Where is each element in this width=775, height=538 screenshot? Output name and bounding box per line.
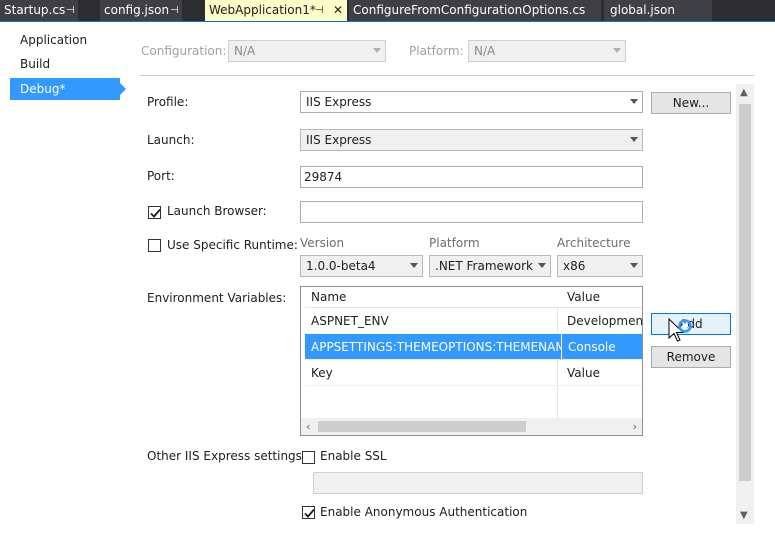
scroll-left-icon[interactable]: ‹ bbox=[306, 420, 310, 433]
configuration-dropdown[interactable]: N/A bbox=[228, 40, 386, 62]
environment-variables-grid[interactable]: Name Value ASPNET_ENV Development APPSET… bbox=[300, 286, 643, 436]
sidebar-item-label: Build bbox=[20, 57, 51, 71]
env-var-value[interactable]: Value bbox=[561, 360, 642, 386]
enable-ssl-label: Enable SSL bbox=[320, 449, 387, 463]
sidebar-item-label: Debug* bbox=[20, 82, 66, 96]
env-var-name[interactable]: ASPNET_ENV bbox=[305, 308, 561, 334]
scrollbar-thumb[interactable] bbox=[739, 104, 751, 481]
chevron-down-icon bbox=[630, 263, 638, 268]
env-var-name[interactable]: Key bbox=[305, 360, 561, 386]
launch-browser-url-input[interactable] bbox=[300, 201, 643, 223]
tab-global-json[interactable]: global.json bbox=[604, 0, 712, 21]
env-var-value[interactable]: Console bbox=[561, 334, 642, 360]
platform-header: Platform bbox=[429, 236, 480, 250]
ssl-url-input[interactable] bbox=[313, 472, 643, 494]
env-var-value[interactable]: Development bbox=[561, 308, 642, 334]
project-properties-window: Startup.cs ⊣ config.json ⊣ WebApplicatio… bbox=[0, 0, 775, 538]
tab-label: global.json bbox=[610, 3, 675, 17]
checkmark-icon bbox=[150, 208, 161, 218]
checkmark-icon bbox=[304, 508, 315, 518]
tab-config-json[interactable]: config.json ⊣ bbox=[100, 0, 182, 21]
use-specific-runtime-checkbox[interactable] bbox=[148, 239, 161, 252]
launch-label: Launch: bbox=[147, 133, 195, 147]
launch-browser-label: Launch Browser: bbox=[167, 204, 267, 218]
tab-configurefromconfigurationoptions-cs[interactable]: ConfigureFromConfigurationOptions.cs bbox=[349, 0, 601, 21]
enable-anonymous-authentication-checkbox[interactable] bbox=[302, 506, 315, 519]
sidebar-item-build[interactable]: Build bbox=[10, 53, 120, 75]
tab-label: ConfigureFromConfigurationOptions.cs bbox=[353, 3, 586, 17]
architecture-dropdown[interactable]: x86 bbox=[557, 255, 643, 277]
enable-anonymous-authentication-label: Enable Anonymous Authentication bbox=[320, 505, 528, 519]
table-row-selected[interactable]: APPSETTINGS:THEMEOPTIONS:THEMENAME Conso… bbox=[305, 334, 642, 360]
properties-sidebar: Application Build Debug* bbox=[0, 22, 124, 538]
env-var-name[interactable]: APPSETTINGS:THEMEOPTIONS:THEMENAME bbox=[305, 334, 561, 360]
runtime-platform-value: .NET Framework bbox=[435, 259, 533, 273]
launch-value: IIS Express bbox=[306, 133, 372, 147]
use-specific-runtime-label: Use Specific Runtime: bbox=[167, 238, 298, 252]
horizontal-scrollbar[interactable]: ‹ › bbox=[301, 418, 642, 435]
pin-icon[interactable]: ⊣ bbox=[315, 0, 324, 21]
architecture-header: Architecture bbox=[557, 236, 631, 250]
mouse-pointer-icon bbox=[668, 318, 692, 342]
port-input[interactable]: 29874 bbox=[300, 166, 643, 188]
selected-indicator-arrow bbox=[120, 83, 126, 95]
pin-icon[interactable]: ⊣ bbox=[170, 0, 179, 21]
remove-env-var-button[interactable]: Remove bbox=[651, 346, 731, 368]
grid-header: Name Value bbox=[305, 287, 642, 308]
platform-dropdown[interactable]: N/A bbox=[468, 40, 626, 62]
tab-label: Startup.cs bbox=[4, 3, 66, 17]
environment-variables-label: Environment Variables: bbox=[147, 291, 287, 305]
launch-dropdown[interactable]: IIS Express bbox=[300, 129, 643, 151]
vertical-scrollbar[interactable]: ▲ ▼ bbox=[736, 84, 754, 524]
architecture-value: x86 bbox=[563, 259, 586, 273]
version-header: Version bbox=[300, 236, 345, 250]
chevron-down-icon bbox=[630, 99, 638, 104]
scroll-right-icon[interactable]: › bbox=[633, 420, 637, 433]
divider bbox=[140, 75, 754, 76]
scroll-down-icon[interactable]: ▼ bbox=[740, 510, 748, 521]
runtime-platform-dropdown[interactable]: .NET Framework bbox=[429, 255, 551, 277]
chevron-down-icon bbox=[630, 137, 638, 142]
chevron-down-icon bbox=[410, 263, 418, 268]
other-iis-express-settings-label: Other IIS Express settings: bbox=[147, 449, 306, 463]
chevron-down-icon bbox=[538, 263, 546, 268]
column-header-value[interactable]: Value bbox=[561, 287, 642, 308]
launch-browser-checkbox[interactable] bbox=[148, 206, 161, 219]
tab-startup-cs[interactable]: Startup.cs ⊣ bbox=[0, 0, 78, 21]
port-label: Port: bbox=[147, 169, 175, 183]
sidebar-item-application[interactable]: Application bbox=[10, 29, 120, 51]
profile-dropdown[interactable]: IIS Express bbox=[300, 91, 643, 113]
enable-ssl-checkbox[interactable] bbox=[302, 451, 315, 464]
pin-icon[interactable]: ⊣ bbox=[66, 0, 75, 21]
configuration-label: Configuration: bbox=[141, 44, 227, 58]
sidebar-item-debug[interactable]: Debug* bbox=[10, 78, 120, 100]
sidebar-item-label: Application bbox=[20, 33, 88, 47]
version-dropdown[interactable]: 1.0.0-beta4 bbox=[300, 255, 423, 277]
scroll-up-icon[interactable]: ▲ bbox=[740, 87, 748, 98]
tab-webapplication1[interactable]: WebApplication1* ⊣ ✕ bbox=[205, 0, 347, 21]
platform-label: Platform: bbox=[409, 44, 464, 58]
chevron-down-icon bbox=[613, 48, 621, 53]
platform-value: N/A bbox=[474, 44, 496, 58]
table-row[interactable]: ASPNET_ENV Development bbox=[305, 308, 642, 334]
tab-label: WebApplication1* bbox=[209, 3, 316, 17]
new-profile-button[interactable]: New... bbox=[651, 92, 731, 114]
close-icon[interactable]: ✕ bbox=[333, 0, 343, 21]
profile-value: IIS Express bbox=[306, 95, 372, 109]
tab-label: config.json bbox=[104, 3, 170, 17]
profile-label: Profile: bbox=[147, 95, 189, 109]
chevron-down-icon bbox=[373, 48, 381, 53]
version-value: 1.0.0-beta4 bbox=[306, 259, 376, 273]
document-tab-strip: Startup.cs ⊣ config.json ⊣ WebApplicatio… bbox=[0, 0, 775, 22]
scrollbar-thumb[interactable] bbox=[318, 421, 526, 432]
configuration-value: N/A bbox=[234, 44, 256, 58]
column-header-name[interactable]: Name bbox=[305, 287, 561, 308]
table-row[interactable]: Key Value bbox=[305, 360, 642, 386]
